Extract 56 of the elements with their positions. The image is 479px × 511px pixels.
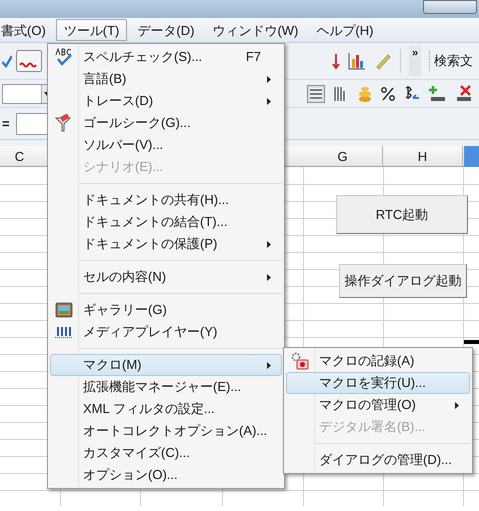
menu-item[interactable]: 拡張機能マネージャー(E)... (50, 376, 282, 398)
menu-item[interactable]: ツール(T) (56, 19, 128, 41)
menu-item[interactable]: メディアプレイヤー(Y) (50, 321, 282, 343)
menu-item[interactable]: マクロを実行(U)... (286, 372, 470, 394)
menu-item[interactable]: マクロの記録(A) (286, 350, 470, 372)
toolbar-overflow-button[interactable]: » (409, 46, 421, 76)
menu-item[interactable]: ドキュメントの保護(P) (50, 233, 282, 255)
menu-item: シナリオ(E)... (82, 158, 164, 176)
cell-cursor (464, 340, 479, 344)
column-header[interactable]: H (383, 146, 463, 167)
sheet-button[interactable]: 操作ダイアログ起動 (339, 264, 467, 298)
percent-icon[interactable] (381, 86, 395, 100)
menu-item: デジタル署名(B)... (318, 418, 426, 436)
chart-icon[interactable] (348, 52, 366, 70)
check-icon[interactable] (2, 53, 12, 69)
submenu-arrow-icon (267, 76, 271, 82)
media-player-icon (55, 326, 73, 338)
spellcheck-icon[interactable] (16, 50, 42, 72)
menu-item[interactable]: ドキュメントの共有(H)... (50, 189, 282, 211)
align-icon[interactable] (307, 84, 325, 102)
menu-item[interactable]: カスタマイズ(C)... (50, 442, 282, 464)
submenu-arrow-icon (455, 402, 459, 408)
menu-item[interactable]: 書式(O) (0, 19, 54, 41)
add-decimal-icon[interactable] (429, 84, 447, 102)
menu-item[interactable]: ダイアログの管理(D)... (286, 449, 470, 471)
submenu-arrow-icon (267, 274, 271, 280)
menu-item[interactable]: ゴールシーク(G)... (50, 112, 282, 134)
menu-item[interactable]: オートコレクトオプション(A)... (50, 420, 282, 442)
menu-item[interactable]: XML フィルタの設定... (50, 398, 282, 420)
submenu-arrow-icon (267, 98, 271, 104)
submenu-arrow-icon (267, 362, 271, 368)
menu-item[interactable]: ギャラリー(G) (50, 299, 282, 321)
menu-item[interactable]: トレース(D) (50, 90, 282, 112)
shortcut-label: F7 (246, 48, 262, 66)
menu-item[interactable]: マクロ(M) (50, 354, 282, 376)
submenu-arrow-icon (267, 240, 271, 248)
sheet-button[interactable]: RTC起動 (336, 195, 468, 234)
delete-decimal-icon[interactable] (455, 84, 473, 102)
menu-item[interactable]: ヘルプ(H) (308, 19, 382, 41)
spellcheck-icon (55, 48, 73, 66)
funnel-icon (55, 114, 71, 132)
menu-item[interactable]: スペルチェック(S)... F7 (50, 46, 282, 68)
menu-item[interactable]: マクロの管理(O) (286, 394, 470, 416)
column-header[interactable]: G (303, 146, 383, 167)
menu-item[interactable]: オプション(O)... (50, 464, 282, 486)
framed-picture-icon (55, 302, 73, 318)
menu-item[interactable]: ウィンドウ(W) (204, 19, 306, 41)
menu-item[interactable]: ドキュメントの結合(T)... (50, 211, 282, 233)
formula-label: = (2, 114, 10, 133)
menu-item[interactable]: ソルバー(V)... (50, 134, 282, 156)
record-macro-icon (291, 352, 309, 370)
window-controls-icon[interactable] (423, 0, 477, 14)
menu-item[interactable]: セルの内容(N) (50, 266, 282, 288)
menu-item[interactable]: データ(D) (129, 19, 202, 41)
search-field[interactable]: 検索文 (429, 51, 477, 71)
menu-item[interactable]: 言語(B) (50, 68, 282, 90)
